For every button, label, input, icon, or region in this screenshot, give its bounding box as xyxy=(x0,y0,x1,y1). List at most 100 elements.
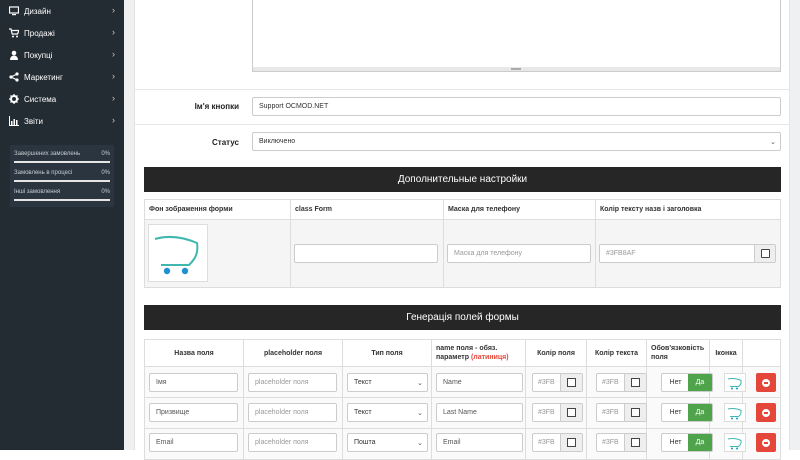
column-header: Назва поля xyxy=(144,339,244,367)
sidebar-item-marketing[interactable]: Маркетинг › xyxy=(0,66,124,88)
column-header: Колір тексту назв і заголовка xyxy=(595,199,781,220)
field-type-value: Текст xyxy=(354,409,372,416)
main-content: Ім'я кнопки Support OCMOD.NET Статус Вик… xyxy=(124,0,800,460)
color-swatch-icon[interactable] xyxy=(624,404,646,421)
chevron-right-icon: › xyxy=(112,5,115,15)
field-color-picker[interactable]: #3FB xyxy=(532,373,583,392)
field-color-picker[interactable]: #3FB xyxy=(532,433,583,452)
title-color-input[interactable]: #3FB8AF xyxy=(599,244,776,263)
toggle-no[interactable]: Нет xyxy=(662,434,689,451)
toggle-no[interactable]: Нет xyxy=(662,374,689,391)
cart-logo-icon xyxy=(727,378,742,390)
cart-icon xyxy=(9,28,20,38)
user-icon xyxy=(9,50,19,60)
chevron-right-icon: › xyxy=(112,71,115,81)
status-select[interactable]: Виключено ⌄ xyxy=(252,132,781,151)
minus-circle-icon xyxy=(762,409,770,417)
remove-field-button[interactable] xyxy=(756,403,776,422)
field-icon-picker[interactable] xyxy=(724,403,746,422)
field-name-input[interactable]: Email xyxy=(149,433,238,452)
color-swatch-icon[interactable] xyxy=(560,404,582,421)
progress-bar xyxy=(14,161,110,163)
gear-icon xyxy=(9,94,19,104)
toggle-no[interactable]: Нет xyxy=(662,404,689,421)
field-color-value: #3FB xyxy=(538,409,555,416)
phone-mask-input[interactable]: Маска для телефону xyxy=(447,244,591,263)
sidebar-item-design[interactable]: Дизайн › xyxy=(0,0,124,22)
remove-field-button[interactable] xyxy=(756,373,776,392)
color-swatch-icon[interactable] xyxy=(624,374,646,391)
column-header: name поля - обяз. параметр (латиниця) xyxy=(431,339,526,367)
chevron-down-icon: ⌄ xyxy=(770,138,776,146)
toggle-yes[interactable]: Да xyxy=(688,404,712,421)
sidebar-item-label: Маркетинг xyxy=(24,72,63,82)
stat-label: Замовлень в процесі xyxy=(14,170,73,176)
cart-logo-icon xyxy=(154,235,199,275)
button-name-input[interactable]: Support OCMOD.NET xyxy=(252,97,781,116)
field-param-input[interactable]: Last Name xyxy=(436,403,523,422)
field-icon-picker[interactable] xyxy=(724,373,746,392)
field-name-input[interactable]: Імя xyxy=(149,373,238,392)
class-form-input[interactable] xyxy=(294,244,438,263)
status-label: Статус xyxy=(212,138,239,147)
sidebar-item-label: Покупці xyxy=(24,50,53,60)
text-color-picker[interactable]: #3FB xyxy=(596,403,647,422)
field-name-input[interactable]: Призвище xyxy=(149,403,238,422)
stat-label: Інші замовлення xyxy=(14,189,61,195)
toggle-yes[interactable]: Да xyxy=(688,434,712,451)
field-type-select[interactable]: Текст ⌄ xyxy=(347,373,428,392)
form-background-image[interactable] xyxy=(148,224,208,282)
chevron-down-icon: ⌄ xyxy=(417,409,423,417)
chevron-right-icon: › xyxy=(112,49,115,59)
param-header-note: (латиниця) xyxy=(470,354,509,361)
column-header: placeholder поля xyxy=(243,339,343,367)
toggle-yes[interactable]: Да xyxy=(688,374,712,391)
minus-circle-icon xyxy=(762,379,770,387)
text-color-picker[interactable]: #3FB xyxy=(596,373,647,392)
html-textarea[interactable] xyxy=(252,0,781,72)
field-param-input[interactable]: Name xyxy=(436,373,523,392)
field-color-value: #3FB xyxy=(538,439,555,446)
column-header: Тип поля xyxy=(342,339,432,367)
chevron-right-icon: › xyxy=(112,27,115,37)
progress-bar xyxy=(14,199,110,201)
minus-circle-icon xyxy=(762,439,770,447)
field-placeholder-input[interactable]: placeholder поля xyxy=(248,373,337,392)
sidebar-item-sales[interactable]: Продажі › xyxy=(0,22,124,44)
fields-generator-header: Генерація полей формы xyxy=(144,305,781,330)
field-param-input[interactable]: Email xyxy=(436,433,523,452)
remove-field-button[interactable] xyxy=(756,433,776,452)
field-placeholder-input[interactable]: placeholder поля xyxy=(248,403,337,422)
order-stats: Завершених замовлень 0% Замовлень в проц… xyxy=(10,145,114,207)
sidebar-item-customers[interactable]: Покупці › xyxy=(0,44,124,66)
button-name-label: Ім'я кнопки xyxy=(194,102,239,111)
text-color-value: #3FB xyxy=(602,409,619,416)
required-toggle[interactable]: Нет Да xyxy=(661,403,713,422)
resize-handle[interactable] xyxy=(253,67,780,71)
field-type-select[interactable]: Пошта ⌄ xyxy=(347,433,428,452)
chevron-right-icon: › xyxy=(112,115,115,125)
sidebar-item-reports[interactable]: Звіти › xyxy=(0,110,124,132)
color-swatch-icon[interactable] xyxy=(560,434,582,451)
stat-percent: 0% xyxy=(101,170,110,176)
color-swatch-icon[interactable] xyxy=(560,374,582,391)
text-color-value: #3FB xyxy=(602,379,619,386)
field-placeholder-input[interactable]: placeholder поля xyxy=(248,433,337,452)
text-color-value: #3FB xyxy=(602,439,619,446)
field-icon-picker[interactable] xyxy=(724,433,746,452)
sidebar-item-system[interactable]: Система › xyxy=(0,88,124,110)
field-color-picker[interactable]: #3FB xyxy=(532,403,583,422)
monitor-icon xyxy=(8,6,20,16)
column-header xyxy=(742,339,781,367)
required-toggle[interactable]: Нет Да xyxy=(661,373,713,392)
stat-processing: Замовлень в процесі 0% xyxy=(10,167,114,186)
required-toggle[interactable]: Нет Да xyxy=(661,433,713,452)
sidebar-item-label: Дизайн xyxy=(24,6,51,16)
field-type-value: Текст xyxy=(354,379,372,386)
stat-other: Інші замовлення 0% xyxy=(10,186,114,205)
text-color-picker[interactable]: #3FB xyxy=(596,433,647,452)
color-picker-button[interactable] xyxy=(754,245,775,262)
field-type-select[interactable]: Текст ⌄ xyxy=(347,403,428,422)
color-swatch-icon[interactable] xyxy=(624,434,646,451)
stat-percent: 0% xyxy=(101,151,110,157)
